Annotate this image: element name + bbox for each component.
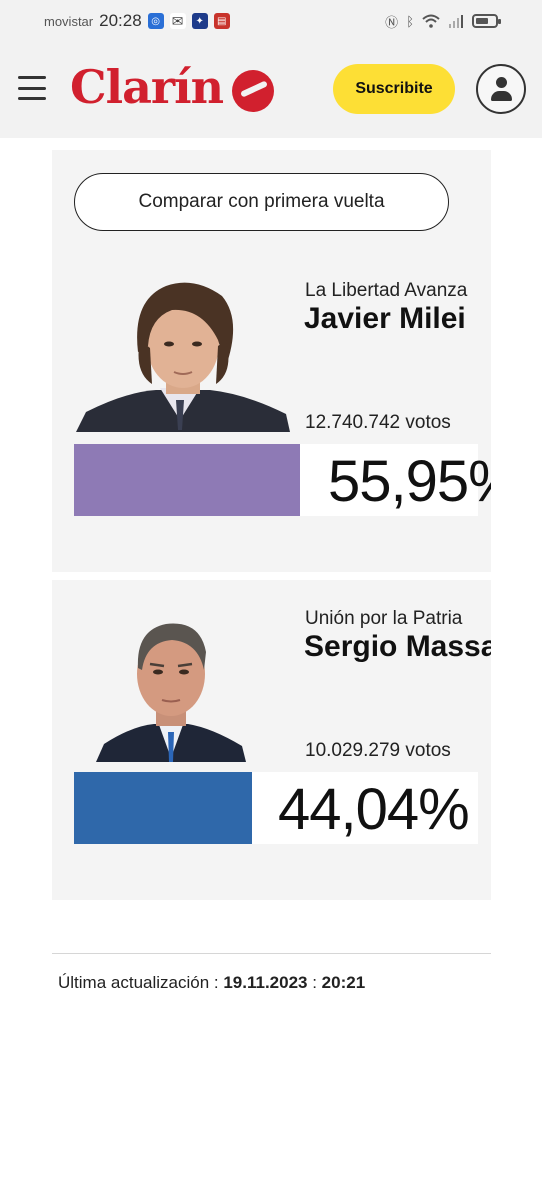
candidate-card: La Libertad Avanza Javier Milei 12.740.7… (52, 272, 491, 572)
update-label: Última actualización : (58, 973, 224, 992)
carrier-name: movistar (44, 13, 94, 29)
result-bar: 44,04% (74, 772, 478, 844)
battery-icon (472, 14, 501, 28)
footer-divider (52, 953, 491, 954)
update-date: 19.11.2023 (223, 973, 308, 992)
percent-label: 44,04% (278, 777, 470, 842)
candidate-name: Javier Milei (304, 302, 466, 335)
subscribe-button[interactable]: Suscribite (333, 64, 455, 114)
party-name: La Libertad Avanza (305, 280, 468, 301)
update-time: 20:21 (321, 973, 366, 992)
result-bar: 55,95% (74, 444, 491, 516)
bluetooth-icon: ᛒ (406, 13, 414, 29)
wifi-icon (422, 14, 440, 28)
last-update: Última actualización : 19.11.2023 : 20:2… (58, 973, 365, 993)
candidate-photo-milei (76, 282, 290, 432)
results-panel: Comparar con primera vuelta La Libertad … (52, 150, 491, 900)
candidate-card: Unión por la Patria Sergio Massa 10.029.… (52, 600, 491, 900)
vote-count: 12.740.742 votos (305, 412, 451, 433)
bulb-icon: ◎ (147, 13, 164, 29)
compare-first-round-button[interactable]: Comparar con primera vuelta (74, 173, 449, 231)
party-name: Unión por la Patria (305, 608, 463, 629)
status-clock: 20:28 (99, 11, 142, 30)
news-icon: ▤ (213, 13, 230, 29)
candidate-photo-massa (96, 623, 246, 762)
app-icon: ✦ (191, 13, 208, 29)
status-bar: movistar 20:28 ◎ ✉ ✦ ▤ Ⓝ ᛒ (0, 0, 542, 42)
mail-icon: ✉ (169, 13, 186, 29)
menu-icon[interactable] (18, 76, 46, 100)
update-separator: : (307, 973, 322, 992)
clarin-logo[interactable]: Clarín (70, 60, 224, 114)
result-bar-fill (74, 772, 252, 844)
nfc-icon: Ⓝ (385, 14, 399, 30)
clarin-logo-mark (232, 70, 274, 112)
user-icon (496, 77, 507, 88)
candidate-name: Sergio Massa (304, 630, 491, 663)
percent-label: 55,95% (328, 449, 491, 514)
account-button[interactable] (476, 64, 526, 114)
site-header: Clarín Suscribite (0, 42, 542, 138)
vote-count: 10.029.279 votos (305, 740, 451, 761)
signal-icon (449, 15, 463, 28)
result-bar-fill (74, 444, 300, 516)
card-divider (52, 572, 491, 580)
